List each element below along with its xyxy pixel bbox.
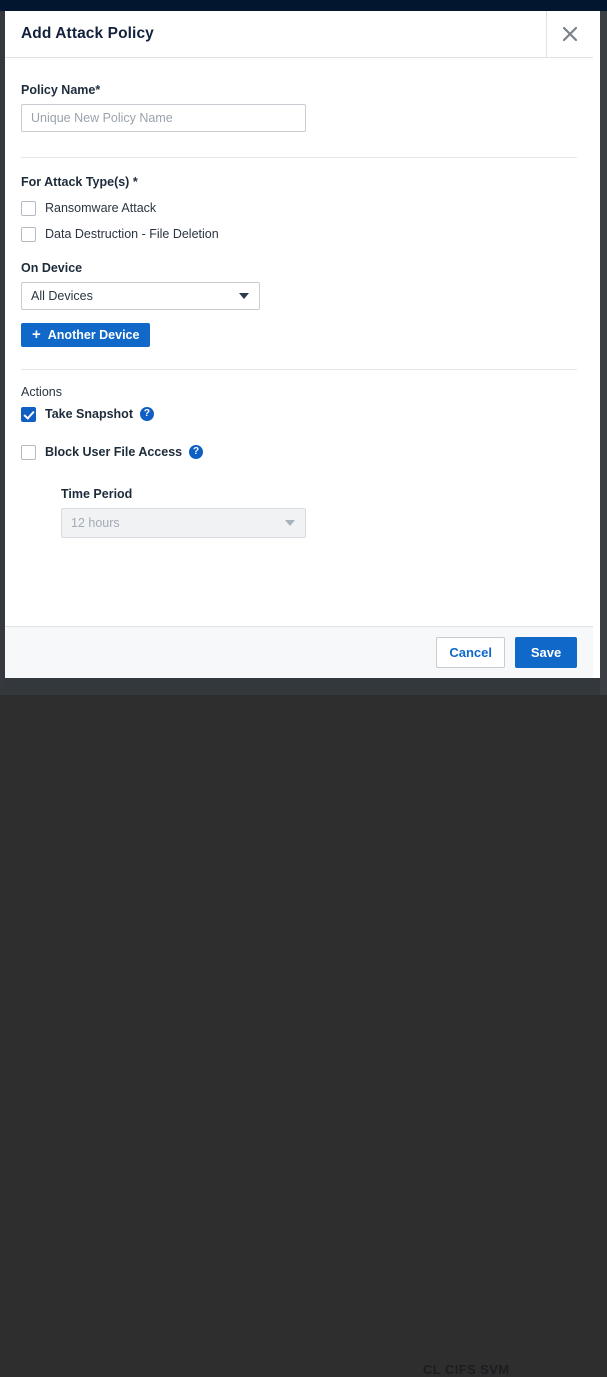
checkbox-label: Block User File Access (45, 445, 182, 459)
time-period-selected-value: 12 hours (71, 516, 120, 530)
checkbox-box[interactable] (21, 201, 36, 216)
dialog-header: Add Attack Policy (5, 11, 593, 58)
checkbox-box[interactable] (21, 445, 36, 460)
checkbox-label: Data Destruction - File Deletion (45, 227, 219, 241)
app-top-bar (0, 0, 607, 11)
close-button[interactable] (546, 11, 593, 57)
time-period-label: Time Period (61, 487, 577, 501)
checkbox-ransomware-attack[interactable]: Ransomware Attack (21, 197, 577, 219)
checkbox-data-destruction-file-deletion[interactable]: Data Destruction - File Deletion (21, 223, 577, 245)
on-device-section: On Device All Devices + Another Device (21, 249, 577, 347)
actions-label: Actions (21, 385, 577, 399)
chevron-down-icon (285, 520, 295, 526)
checkbox-box[interactable] (21, 227, 36, 242)
attack-types-label: For Attack Type(s) * (21, 175, 577, 189)
time-period-group: Time Period 12 hours (61, 487, 577, 538)
chevron-down-icon (239, 293, 249, 299)
background-content-strip: CL CIFS SVM (5, 678, 600, 695)
dialog-footer: Cancel Save (5, 626, 593, 678)
dialog-title: Add Attack Policy (21, 25, 154, 43)
add-another-device-button[interactable]: + Another Device (21, 323, 150, 347)
checkbox-label: Ransomware Attack (45, 201, 156, 215)
on-device-label: On Device (21, 261, 577, 275)
help-circle-icon[interactable]: ? (189, 445, 203, 459)
on-device-selected-value: All Devices (31, 289, 93, 303)
cancel-button[interactable]: Cancel (436, 637, 505, 668)
background-partial-text: CL CIFS SVM (423, 1362, 510, 1377)
policy-name-input[interactable] (21, 104, 306, 132)
policy-name-section: Policy Name* (21, 58, 577, 132)
app-right-rail (600, 11, 607, 695)
add-another-device-label: Another Device (48, 328, 140, 342)
plus-icon: + (32, 327, 41, 342)
dialog-body: Policy Name* For Attack Type(s) * Ransom… (5, 58, 593, 626)
checkbox-block-user-file-access[interactable]: Block User File Access ? (21, 441, 577, 463)
save-button[interactable]: Save (515, 637, 577, 668)
time-period-select[interactable]: 12 hours (61, 508, 306, 538)
checkbox-label: Take Snapshot (45, 407, 133, 421)
close-icon (560, 24, 580, 44)
add-attack-policy-dialog: Add Attack Policy Policy Name* For Attac… (5, 11, 593, 678)
checkbox-take-snapshot[interactable]: Take Snapshot ? (21, 403, 577, 425)
actions-section: Actions Take Snapshot ? Block User File … (21, 370, 577, 538)
help-circle-icon[interactable]: ? (140, 407, 154, 421)
policy-name-label: Policy Name* (21, 83, 577, 97)
checkbox-box[interactable] (21, 407, 36, 422)
on-device-select[interactable]: All Devices (21, 282, 260, 310)
attack-types-section: For Attack Type(s) * Ransomware Attack D… (21, 158, 577, 245)
